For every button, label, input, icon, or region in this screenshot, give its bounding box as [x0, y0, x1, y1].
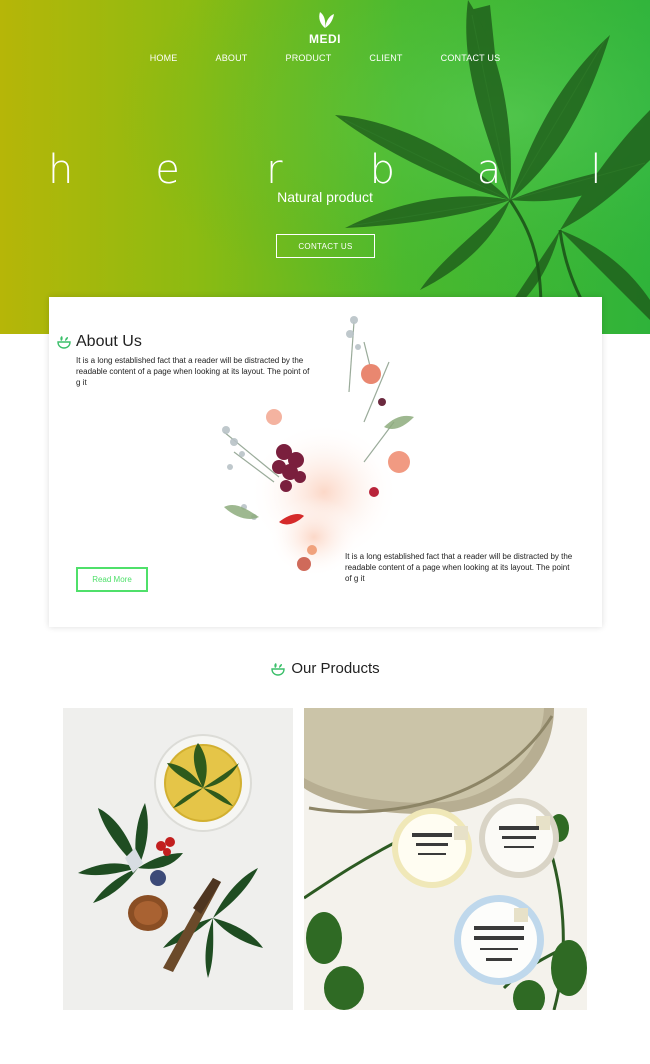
hero-title-letter: h	[48, 147, 74, 193]
contact-us-button[interactable]: CONTACT US	[276, 234, 375, 258]
read-more-button[interactable]: Read More	[76, 567, 148, 592]
product-image-herbal-tea[interactable]	[63, 708, 293, 1010]
nav-home[interactable]: HOME	[150, 53, 178, 63]
brand-logo[interactable]: MEDI	[0, 8, 650, 46]
product-image-hemp-balm[interactable]	[304, 708, 587, 1010]
main-nav: HOME ABOUT PRODUCT CLIENT CONTACT US	[0, 53, 650, 63]
nav-product[interactable]: PRODUCT	[286, 53, 332, 63]
hero-title-letter: a	[476, 147, 502, 193]
products-heading: Our Products	[0, 660, 650, 677]
herb-bowl-icon	[271, 662, 286, 676]
about-heading: About Us	[56, 333, 142, 351]
herb-bowl-icon	[57, 336, 71, 349]
nav-client[interactable]: CLIENT	[369, 53, 402, 63]
leaf-icon	[319, 12, 334, 28]
hemp-balm-photo	[304, 708, 587, 1010]
about-card: About Us It is a long established fact t…	[49, 297, 602, 627]
products-title: Our Products	[291, 660, 380, 677]
about-text-secondary: It is a long established fact that a rea…	[345, 552, 573, 583]
hero-title: h e r b a l	[48, 147, 608, 193]
hero-title-letter: r	[266, 147, 283, 193]
hero-title-letter: l	[590, 147, 602, 193]
brand-name: MEDI	[309, 32, 341, 46]
nav-contact-us[interactable]: CONTACT US	[441, 53, 501, 63]
page: MEDI HOME ABOUT PRODUCT CLIENT CONTACT U…	[0, 0, 650, 1064]
about-title: About Us	[76, 333, 142, 350]
hero-banner: MEDI HOME ABOUT PRODUCT CLIENT CONTACT U…	[0, 0, 650, 334]
hero-subtitle: Natural product	[277, 189, 373, 205]
nav-about[interactable]: ABOUT	[216, 53, 248, 63]
hero-title-letter: e	[155, 147, 180, 193]
hero-title-letter: b	[369, 147, 395, 193]
herbal-tea-photo	[63, 708, 293, 1010]
